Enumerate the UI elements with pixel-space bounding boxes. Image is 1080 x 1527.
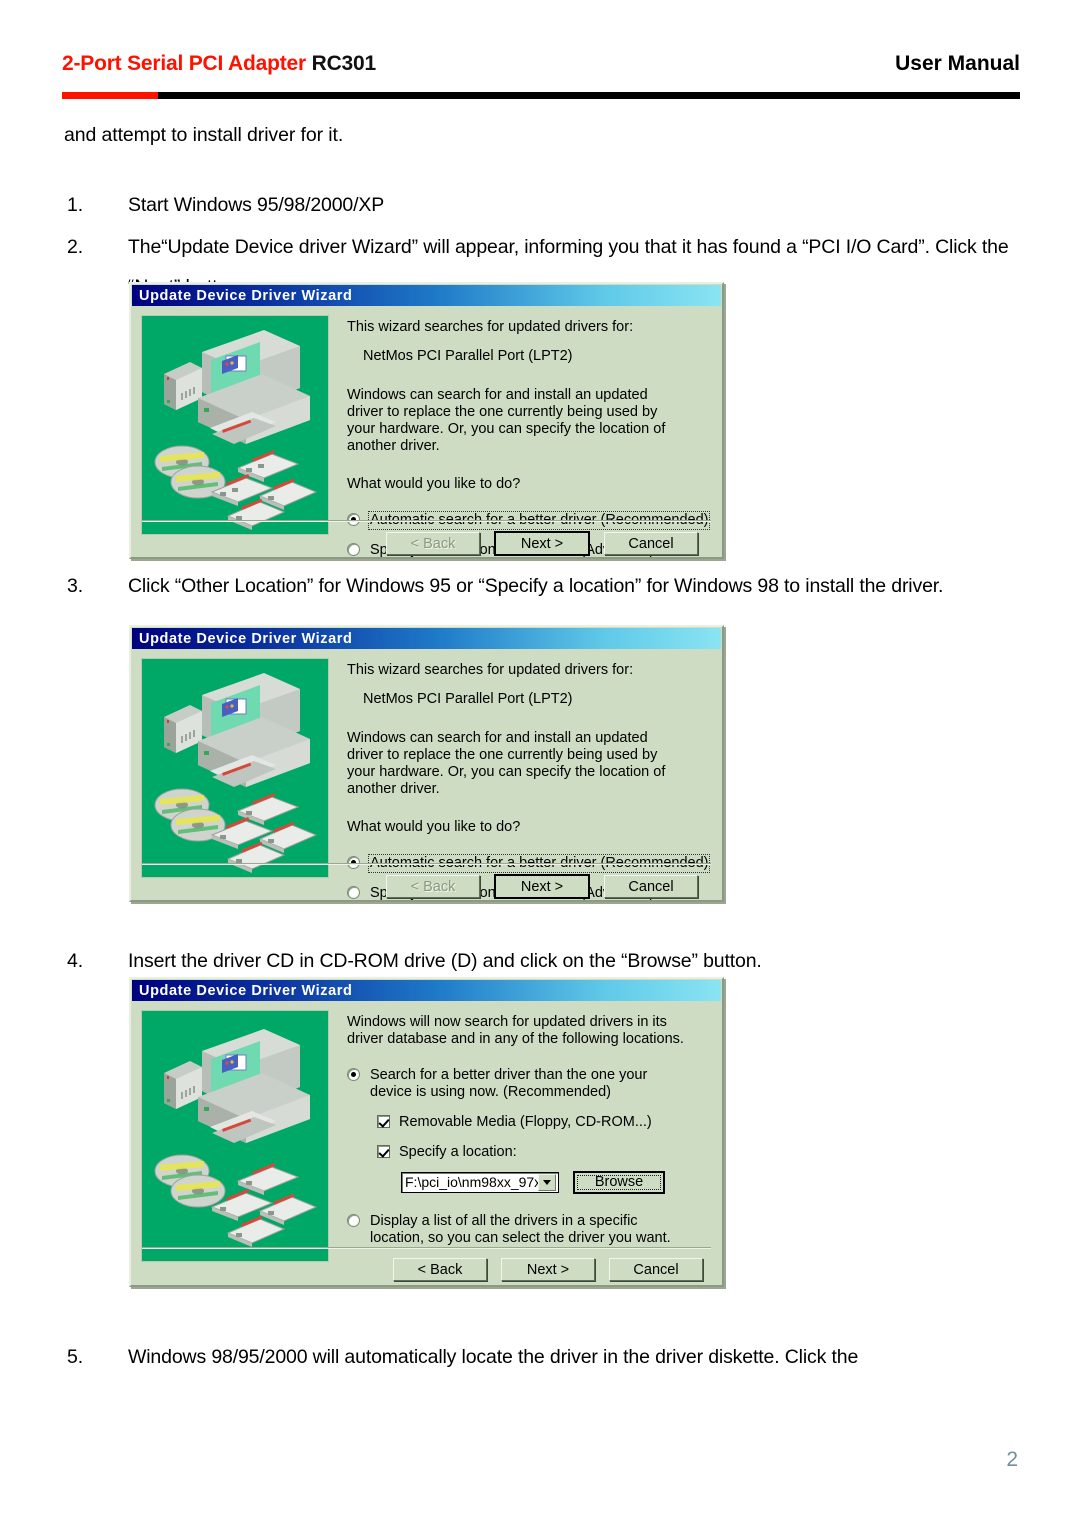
header-model-number: RC301 [311, 52, 377, 75]
step-number: 5. [67, 1346, 83, 1368]
cancel-button[interactable]: Cancel [604, 875, 698, 898]
step-item-3: 3. Click “Other Location” for Windows 95… [64, 566, 1018, 606]
checkbox-removable-media-label[interactable]: Removable Media (Floppy, CD-ROM...) [399, 1114, 652, 1131]
header-product-name: 2-Port Serial PCI Adapter [62, 52, 306, 75]
cancel-button[interactable]: Cancel [604, 532, 698, 555]
step-text: Click “Other Location” for Windows 95 or… [128, 575, 944, 597]
dialog-title: Update Device Driver Wizard [139, 287, 353, 304]
header-rule [62, 92, 1020, 99]
radio-button-icon[interactable] [347, 886, 360, 899]
header-product-title: 2-Port Serial PCI Adapter RC301 [62, 52, 376, 76]
radio-button-icon[interactable] [347, 1068, 360, 1081]
wizard-device-name: NetMos PCI Parallel Port (LPT2) [363, 691, 573, 707]
wizard-question: What would you like to do? [347, 476, 521, 492]
step-item-4: 4. Insert the driver CD in CD-ROM drive … [64, 941, 1018, 981]
wizard-question: What would you like to do? [347, 819, 521, 835]
computer-and-media-illustration [142, 659, 328, 877]
wizard-description: Windows can search for and install an up… [347, 730, 666, 797]
radio-button-icon[interactable] [347, 543, 360, 556]
dialog-titlebar: Update Device Driver Wizard [132, 980, 721, 1001]
dialog-button-row: < Back Next > Cancel [386, 874, 698, 899]
dialog-title: Update Device Driver Wizard [139, 982, 353, 999]
wizard-illustration [141, 315, 329, 535]
dialog-separator [142, 863, 711, 865]
update-device-driver-wizard-dialog-2: Update Device Driver Wizard This wizard … [129, 625, 724, 902]
dialog-button-row: < Back Next > Cancel [386, 531, 698, 556]
step-text: Insert the driver CD in CD-ROM drive (D)… [128, 950, 762, 972]
update-device-driver-wizard-dialog-1: Update Device Driver Wizard This wizard … [129, 282, 724, 559]
step-text: Start Windows 95/98/2000/XP [128, 194, 385, 216]
wizard-search-line: This wizard searches for updated drivers… [347, 662, 634, 678]
step-number: 4. [67, 950, 83, 972]
wizard-description: Windows will now search for updated driv… [347, 1014, 684, 1047]
page-number: 2 [1006, 1448, 1018, 1471]
back-button[interactable]: < Back [386, 875, 480, 898]
location-combobox-value[interactable]: F:\pci_io\nm98xx_97xx\wi [402, 1174, 538, 1191]
radio-display-driver-list-label[interactable]: Display a list of all the drivers in a s… [370, 1213, 690, 1247]
wizard-illustration [141, 658, 329, 878]
step-item-5: 5. Windows 98/95/2000 will automatically… [64, 1337, 1018, 1377]
back-button[interactable]: < Back [386, 532, 480, 555]
step-number: 3. [67, 575, 83, 597]
step-number: 1. [67, 194, 83, 216]
dialog-separator [142, 520, 711, 522]
browse-button-label[interactable]: Browse [577, 1174, 661, 1190]
radio-button-icon[interactable] [347, 1214, 360, 1227]
computer-and-media-illustration [142, 316, 328, 534]
dialog-titlebar: Update Device Driver Wizard [132, 285, 721, 306]
header-rule-red-segment [62, 92, 158, 99]
intro-line: and attempt to install driver for it. [64, 124, 344, 146]
wizard-device-name: NetMos PCI Parallel Port (LPT2) [363, 348, 573, 364]
header-doc-type: User Manual [895, 52, 1020, 75]
checkbox-specify-location-label[interactable]: Specify a location: [399, 1144, 517, 1161]
wizard-description: Windows can search for and install an up… [347, 387, 666, 454]
next-button[interactable]: Next > [494, 874, 590, 899]
step-item-1: 1. Start Windows 95/98/2000/XP [64, 185, 1018, 225]
dialog-titlebar: Update Device Driver Wizard [132, 628, 721, 649]
update-device-driver-wizard-dialog-3: Update Device Driver Wizard Windows will… [129, 977, 724, 1287]
browse-button[interactable]: Browse [573, 1171, 665, 1194]
checkbox-icon[interactable] [377, 1145, 390, 1158]
step-number: 2. [67, 236, 83, 258]
location-combobox[interactable]: F:\pci_io\nm98xx_97xx\wi [401, 1172, 559, 1193]
checkbox-removable-media[interactable]: Removable Media (Floppy, CD-ROM...) [377, 1114, 712, 1131]
dialog-title: Update Device Driver Wizard [139, 630, 353, 647]
back-button[interactable]: < Back [393, 1258, 487, 1281]
radio-search-better-driver-label[interactable]: Search for a better driver than the one … [370, 1067, 690, 1101]
step-text: Windows 98/95/2000 will automatically lo… [128, 1346, 859, 1368]
wizard-search-line: This wizard searches for updated drivers… [347, 319, 634, 335]
radio-search-better-driver[interactable]: Search for a better driver than the one … [347, 1067, 712, 1101]
computer-and-media-illustration [142, 1011, 328, 1261]
location-row: F:\pci_io\nm98xx_97xx\wi Browse [401, 1171, 712, 1194]
page-header: 2-Port Serial PCI Adapter RC301 User Man… [62, 52, 1020, 108]
checkbox-icon[interactable] [377, 1115, 390, 1128]
dialog-separator [142, 1247, 711, 1249]
chevron-down-icon[interactable] [538, 1174, 556, 1191]
next-button[interactable]: Next > [494, 531, 590, 556]
checkbox-specify-location[interactable]: Specify a location: [377, 1144, 712, 1161]
dialog-button-row: < Back Next > Cancel [393, 1258, 703, 1281]
radio-display-driver-list[interactable]: Display a list of all the drivers in a s… [347, 1213, 712, 1247]
cancel-button[interactable]: Cancel [609, 1258, 703, 1281]
wizard-illustration [141, 1010, 329, 1262]
next-button[interactable]: Next > [501, 1258, 595, 1281]
